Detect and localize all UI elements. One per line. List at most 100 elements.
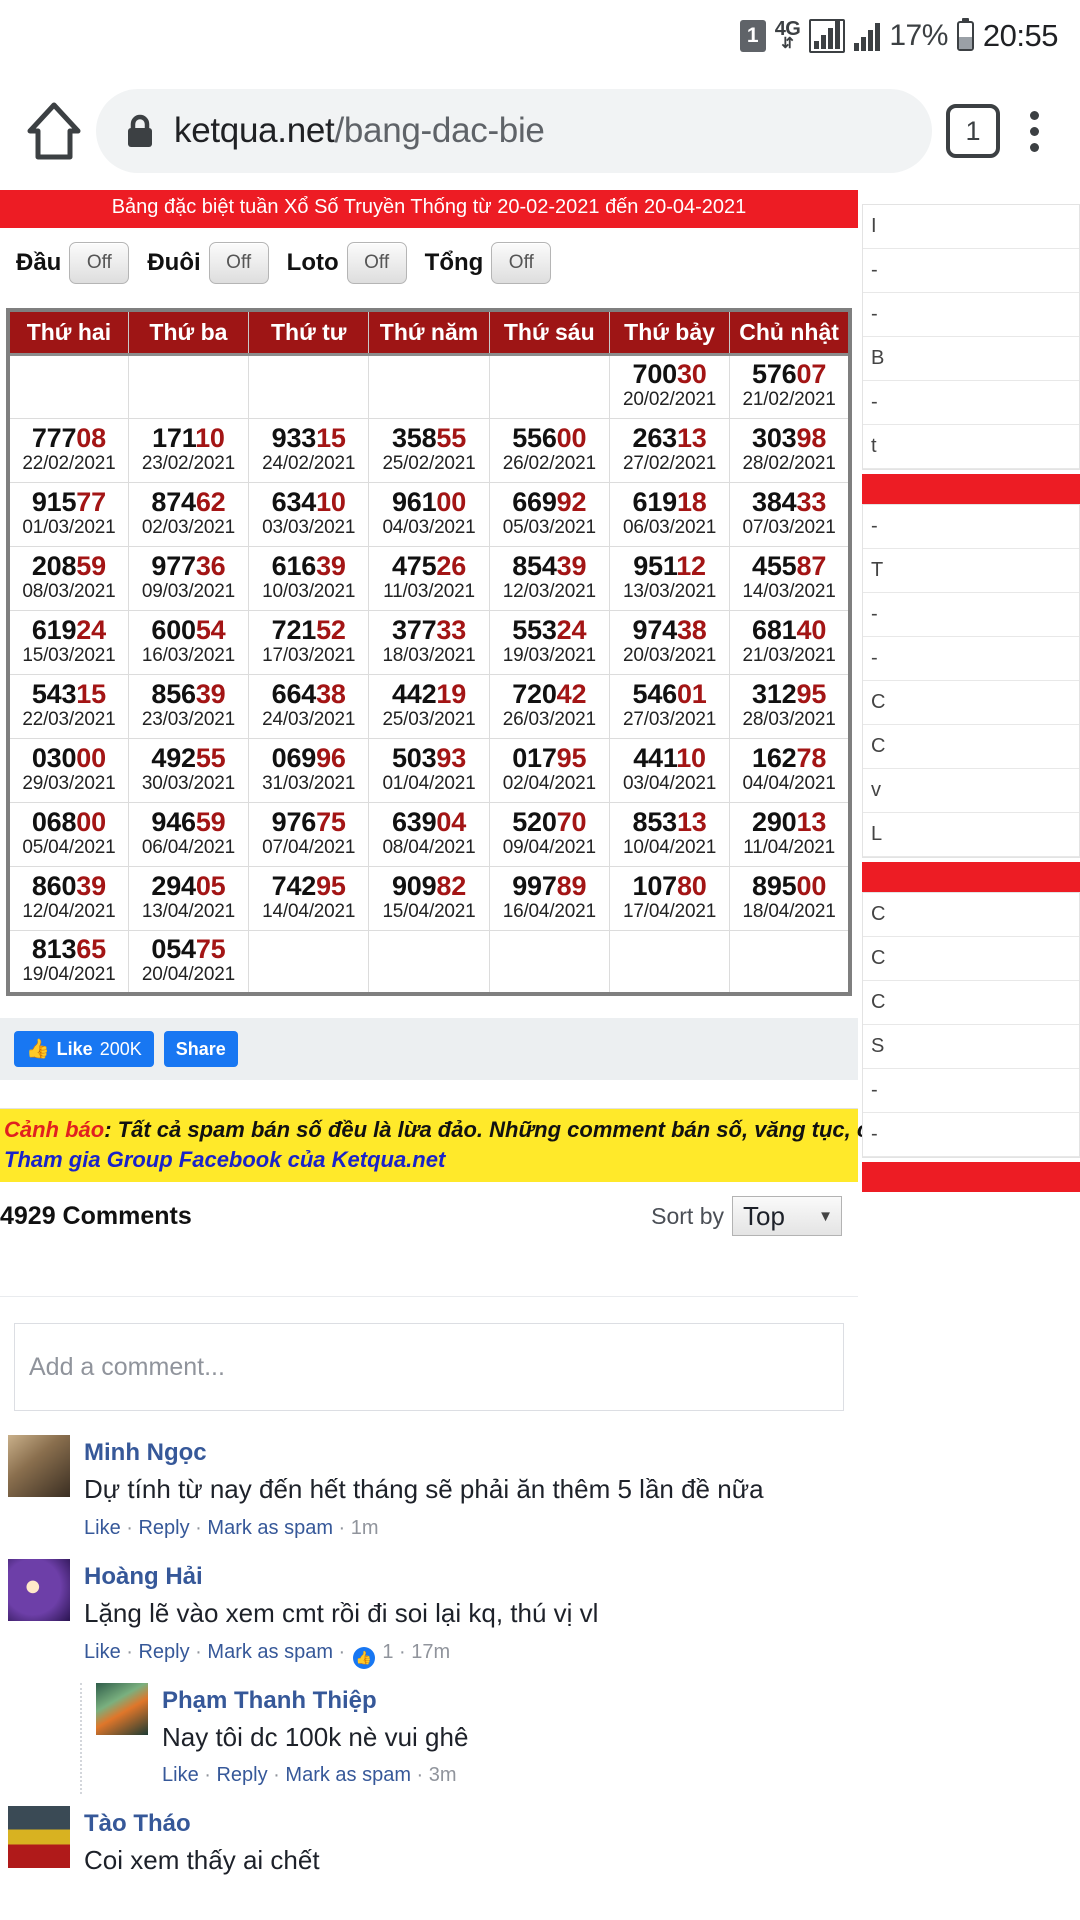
result-cell[interactable] — [127, 353, 250, 419]
sort-control[interactable]: Sort by Top ▼ — [651, 1196, 842, 1237]
list-item[interactable]: - — [863, 505, 1079, 549]
result-cell[interactable] — [608, 929, 731, 995]
result-cell[interactable]: 72042 26/03/2021 — [488, 673, 610, 739]
result-cell[interactable]: 66992 05/03/2021 — [488, 481, 610, 547]
result-cell[interactable]: 70030 20/02/2021 — [608, 353, 731, 419]
result-cell[interactable] — [7, 353, 129, 419]
result-cell[interactable]: 85439 12/03/2021 — [488, 545, 610, 611]
result-cell[interactable]: 10780 17/04/2021 — [608, 865, 731, 931]
result-cell[interactable]: 29013 11/04/2021 — [729, 801, 851, 867]
result-cell[interactable]: 97438 20/03/2021 — [608, 609, 731, 675]
comment-action-mark-as-spam[interactable]: Mark as spam — [207, 1517, 333, 1539]
result-cell[interactable]: 37733 18/03/2021 — [368, 609, 490, 675]
result-cell[interactable]: 31295 28/03/2021 — [729, 673, 851, 739]
result-cell[interactable] — [248, 353, 370, 419]
result-cell[interactable]: 30398 28/02/2021 — [729, 417, 851, 483]
comment-action-reply[interactable]: Reply — [216, 1764, 267, 1786]
comment-action-mark-as-spam[interactable]: Mark as spam — [285, 1764, 411, 1786]
list-item[interactable]: L — [863, 813, 1079, 857]
result-cell[interactable]: 85639 23/03/2021 — [127, 673, 250, 739]
list-item[interactable]: - — [863, 1113, 1079, 1157]
home-icon[interactable] — [26, 101, 82, 161]
result-cell[interactable]: 77708 22/02/2021 — [7, 417, 129, 483]
sidebar-card[interactable]: I - - B - t — [862, 204, 1080, 470]
result-cell[interactable]: 01795 02/04/2021 — [488, 737, 610, 803]
sidebar-card[interactable]: C C C S - - — [862, 892, 1080, 1158]
result-cell[interactable]: 93315 24/02/2021 — [248, 417, 370, 483]
result-cell[interactable]: 17110 23/02/2021 — [127, 417, 250, 483]
result-cell[interactable]: 89500 18/04/2021 — [729, 865, 851, 931]
list-item[interactable]: t — [863, 425, 1079, 469]
list-item[interactable]: C — [863, 937, 1079, 981]
add-comment-input[interactable]: Add a comment... — [14, 1323, 844, 1412]
avatar-hoang-hai[interactable] — [8, 1559, 70, 1622]
result-cell[interactable] — [368, 929, 490, 995]
list-item[interactable]: C — [863, 981, 1079, 1025]
result-cell[interactable]: 20859 08/03/2021 — [7, 545, 129, 611]
result-cell[interactable]: 60054 16/03/2021 — [127, 609, 250, 675]
tab-switcher-button[interactable]: 1 — [946, 104, 1000, 158]
comment-action-like[interactable]: Like — [84, 1641, 121, 1663]
result-cell[interactable]: 72152 17/03/2021 — [248, 609, 370, 675]
result-cell[interactable]: 16278 04/04/2021 — [729, 737, 851, 803]
result-cell[interactable]: 90982 15/04/2021 — [368, 865, 490, 931]
result-cell[interactable]: 99789 16/04/2021 — [488, 865, 610, 931]
result-cell[interactable]: 54601 27/03/2021 — [608, 673, 731, 739]
result-cell[interactable]: 50393 01/04/2021 — [368, 737, 490, 803]
comment-action-reply[interactable]: Reply — [138, 1517, 189, 1539]
list-item[interactable]: C — [863, 681, 1079, 725]
kebab-menu-icon[interactable] — [1014, 110, 1054, 152]
result-cell[interactable]: 38433 07/03/2021 — [729, 481, 851, 547]
list-item[interactable]: I — [863, 205, 1079, 249]
result-cell[interactable]: 29405 13/04/2021 — [127, 865, 250, 931]
avatar-minh-ngoc[interactable] — [8, 1435, 70, 1498]
result-cell[interactable]: 44110 03/04/2021 — [608, 737, 731, 803]
list-item[interactable]: C — [863, 893, 1079, 937]
result-cell[interactable]: 57607 21/02/2021 — [729, 353, 851, 419]
comment-action-like[interactable]: Like — [84, 1517, 121, 1539]
result-cell[interactable]: 55324 19/03/2021 — [488, 609, 610, 675]
result-cell[interactable]: 52070 09/04/2021 — [488, 801, 610, 867]
list-item[interactable]: - — [863, 249, 1079, 293]
comment-action-mark-as-spam[interactable]: Mark as spam — [207, 1641, 333, 1663]
result-cell[interactable]: 81365 19/04/2021 — [7, 929, 129, 995]
result-cell[interactable]: 35855 25/02/2021 — [368, 417, 490, 483]
result-cell[interactable]: 94659 06/04/2021 — [127, 801, 250, 867]
filter-toggle-3[interactable]: Off — [491, 242, 552, 284]
result-cell[interactable]: 44219 25/03/2021 — [368, 673, 490, 739]
result-cell[interactable]: 86039 12/04/2021 — [7, 865, 129, 931]
result-cell[interactable]: 95112 13/03/2021 — [608, 545, 731, 611]
sort-select[interactable]: Top ▼ — [732, 1196, 842, 1237]
list-item[interactable]: B — [863, 337, 1079, 381]
list-item[interactable]: - — [863, 1069, 1079, 1113]
filter-toggle-2[interactable]: Off — [346, 242, 407, 284]
list-item[interactable]: - — [863, 637, 1079, 681]
result-cell[interactable]: 96100 04/03/2021 — [368, 481, 490, 547]
list-item[interactable]: S — [863, 1025, 1079, 1069]
result-cell[interactable]: 97675 07/04/2021 — [248, 801, 370, 867]
result-cell[interactable]: 54315 22/03/2021 — [7, 673, 129, 739]
result-cell[interactable]: 66438 24/03/2021 — [248, 673, 370, 739]
comment-author[interactable]: Minh Ngọc — [84, 1435, 858, 1471]
result-cell[interactable]: 87462 02/03/2021 — [127, 481, 250, 547]
list-item[interactable]: - — [863, 293, 1079, 337]
comment-action-reply[interactable]: Reply — [138, 1641, 189, 1663]
result-cell[interactable]: 61918 06/03/2021 — [608, 481, 731, 547]
list-item[interactable]: v — [863, 769, 1079, 813]
result-cell[interactable]: 05475 20/04/2021 — [127, 929, 250, 995]
result-cell[interactable] — [488, 929, 610, 995]
result-cell[interactable]: 97736 09/03/2021 — [127, 545, 250, 611]
result-cell[interactable]: 06800 05/04/2021 — [7, 801, 129, 867]
result-cell[interactable] — [248, 929, 370, 995]
list-item[interactable]: C — [863, 725, 1079, 769]
sidebar-card[interactable]: - T - - C C v L — [862, 504, 1080, 858]
comment-author[interactable]: Hoàng Hải — [84, 1559, 858, 1595]
facebook-group-link[interactable]: Tham gia Group Facebook của Ketqua.net — [4, 1147, 445, 1172]
result-cell[interactable] — [488, 353, 610, 419]
comment-author[interactable]: Phạm Thanh Thiệp — [162, 1683, 858, 1719]
filter-toggle-1[interactable]: Off — [208, 242, 269, 284]
result-cell[interactable]: 61639 10/03/2021 — [248, 545, 370, 611]
result-cell[interactable]: 49255 30/03/2021 — [127, 737, 250, 803]
result-cell[interactable] — [729, 929, 851, 995]
comment-action-like[interactable]: Like — [162, 1764, 199, 1786]
